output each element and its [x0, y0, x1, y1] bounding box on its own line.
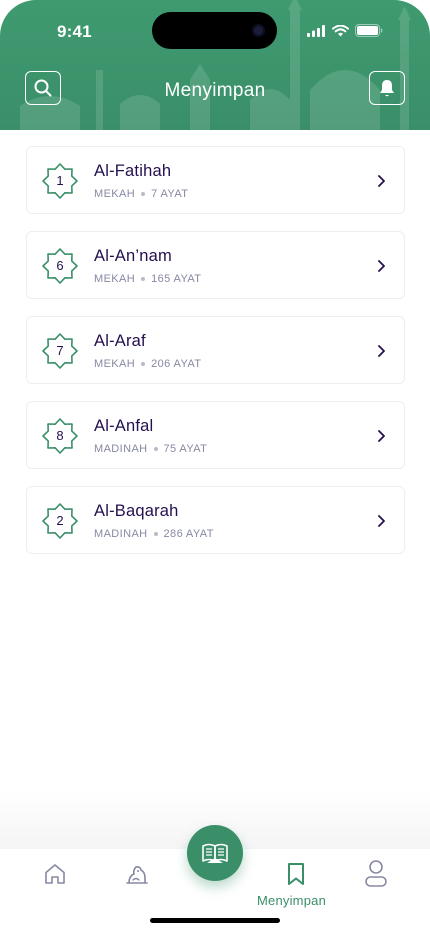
surah-name: Al-Anfal — [94, 417, 154, 435]
surah-name: Al-Fatihah — [94, 162, 172, 180]
surah-number-badge: 7 — [41, 332, 79, 370]
surah-list-item[interactable]: 6 Al-An’nam MEKAH 165 AYAT — [26, 231, 405, 299]
surah-number: 7 — [56, 343, 64, 358]
home-indicator — [150, 918, 280, 923]
surah-number: 1 — [56, 173, 64, 188]
nav-home[interactable] — [43, 862, 67, 891]
surah-number: 6 — [56, 258, 64, 273]
surah-list-item[interactable]: 7 Al-Araf MEKAH 206 AYAT — [26, 316, 405, 384]
surah-verses: 286 AYAT — [163, 528, 214, 540]
page-title: Menyimpan — [164, 80, 266, 101]
status-bar: 9:41 — [0, 0, 430, 60]
surah-number-badge: 6 — [41, 247, 79, 285]
chevron-right-icon — [378, 515, 385, 527]
surah-name: Al-An’nam — [94, 247, 172, 265]
separator-dot — [153, 532, 158, 536]
surah-place: MEKAH — [94, 188, 136, 200]
bookmark-icon — [288, 863, 304, 885]
surah-place: MEKAH — [94, 273, 136, 285]
surah-meta: MEKAH 206 AYAT — [94, 358, 201, 370]
surah-verses: 75 AYAT — [163, 443, 208, 455]
surah-verses: 7 AYAT — [151, 188, 189, 200]
profile-icon — [365, 860, 387, 887]
dynamic-island — [152, 12, 277, 49]
chevron-right-icon — [378, 345, 385, 357]
header: 9:41 Menyimpan — [0, 0, 430, 130]
prayer-icon — [126, 866, 148, 884]
surah-number: 8 — [56, 428, 64, 443]
surah-list-item[interactable]: 8 Al-Anfal MADINAH 75 AYAT — [26, 401, 405, 469]
signal-icon — [307, 24, 325, 37]
surah-meta: MEKAH 7 AYAT — [94, 188, 188, 200]
surah-name: Al-Araf — [94, 332, 146, 350]
status-time: 9:41 — [57, 22, 92, 41]
surah-list-item[interactable]: 1 Al-Fatihah MEKAH 7 AYAT — [26, 146, 405, 214]
wifi-icon — [332, 24, 349, 36]
surah-name: Al-Baqarah — [94, 502, 179, 520]
separator-dot — [141, 362, 146, 366]
nav-bookmark-label[interactable]: Menyimpan — [257, 893, 326, 908]
chevron-right-icon — [378, 260, 385, 272]
saved-surah-list: 1 Al-Fatihah MEKAH 7 AYAT 6 Al-An’nam ME… — [26, 146, 405, 571]
camera-icon — [252, 24, 265, 37]
separator-dot — [153, 447, 158, 451]
quran-fab-button[interactable] — [187, 825, 243, 881]
nav-profile[interactable] — [364, 859, 388, 894]
separator-dot — [141, 192, 146, 196]
surah-place: MEKAH — [94, 358, 136, 370]
quran-book-icon — [202, 843, 228, 863]
surah-number: 2 — [56, 513, 64, 528]
surah-place: MADINAH — [94, 443, 148, 455]
chevron-right-icon — [378, 175, 385, 187]
battery-icon — [355, 24, 383, 37]
surah-meta: MEKAH 165 AYAT — [94, 273, 201, 285]
nav-bookmark[interactable] — [285, 862, 307, 891]
status-icons — [307, 24, 383, 37]
notification-button[interactable] — [369, 71, 405, 105]
surah-number-badge: 1 — [41, 162, 79, 200]
separator-dot — [141, 277, 146, 281]
surah-list-item[interactable]: 2 Al-Baqarah MADINAH 286 AYAT — [26, 486, 405, 554]
surah-verses: 206 AYAT — [151, 358, 202, 370]
surah-meta: MADINAH 286 AYAT — [94, 528, 214, 540]
nav-prayer[interactable] — [124, 862, 150, 891]
surah-number-badge: 2 — [41, 502, 79, 540]
surah-number-badge: 8 — [41, 417, 79, 455]
surah-place: MADINAH — [94, 528, 148, 540]
bell-icon — [380, 80, 394, 97]
surah-meta: MADINAH 75 AYAT — [94, 443, 207, 455]
chevron-right-icon — [378, 430, 385, 442]
home-icon — [45, 864, 65, 884]
surah-verses: 165 AYAT — [151, 273, 202, 285]
